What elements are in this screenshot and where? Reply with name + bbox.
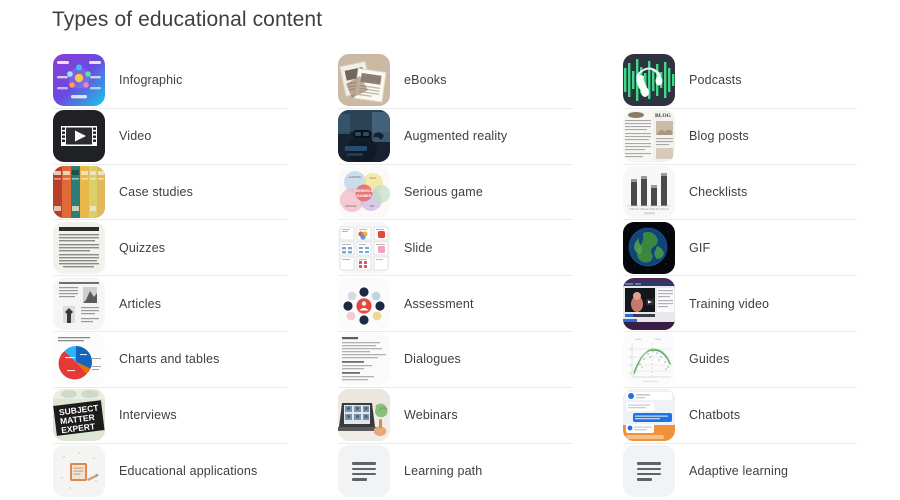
column-2: eBooks Augmented reality SERIOUS GAMES LEA… (338, 53, 623, 499)
list-item[interactable]: Chatbots (623, 388, 857, 444)
placeholder-lines-glyph (637, 462, 661, 481)
list-item-label: Articles (119, 296, 162, 311)
content-type-columns: Infographic Video Case studies Quizzes A… (0, 53, 900, 499)
list-item[interactable]: Learning path (338, 444, 572, 500)
list-item[interactable]: Case studies (53, 165, 287, 221)
list-item-label: eBooks (404, 73, 447, 88)
svg-text:BLOG: BLOG (655, 113, 672, 119)
content-types-page: Types of educational content Infographic… (0, 0, 900, 500)
list-item[interactable]: Video (53, 109, 287, 165)
training-video-thumbnail[interactable] (623, 277, 675, 330)
svg-text:ITEM 04: ITEM 04 (659, 208, 669, 211)
list-item-label: Chatbots (689, 408, 741, 423)
educational-applications-thumbnail[interactable] (53, 445, 105, 498)
infographic-thumbnail[interactable] (53, 54, 105, 107)
gif-thumbnail[interactable] (623, 221, 675, 274)
list-item[interactable]: Quizzes (53, 220, 287, 277)
svg-text:ENGAGE: ENGAGE (345, 204, 356, 208)
list-item[interactable]: Articles (53, 276, 287, 332)
list-item-label: Dialogues (404, 352, 461, 367)
quizzes-thumbnail[interactable] (53, 221, 105, 274)
placeholder-lines-icon[interactable] (338, 445, 390, 498)
list-item-label: Assessment (404, 296, 474, 311)
list-item[interactable]: Augmented reality (338, 109, 572, 165)
webinars-thumbnail[interactable] (338, 389, 390, 442)
chatbots-thumbnail[interactable] (623, 389, 675, 442)
list-item[interactable]: Slide (338, 220, 572, 277)
list-item-label: Augmented reality (404, 129, 508, 144)
case-studies-thumbnail[interactable] (53, 165, 105, 218)
list-item-label: Video (119, 129, 152, 144)
list-item[interactable]: Assessment (338, 276, 572, 332)
list-item-label: Charts and tables (119, 352, 220, 367)
list-item-label: Podcasts (689, 73, 742, 88)
list-item-label: Case studies (119, 184, 194, 199)
serious-game-thumbnail[interactable]: SERIOUS GAMES LEARNING PLAY ENGAGE SIM (338, 165, 390, 218)
svg-text:Guide: Guide (635, 338, 642, 341)
list-item[interactable]: GIF (623, 220, 857, 277)
slide-thumbnail[interactable] (338, 221, 390, 274)
svg-text:Average Score: Average Score (644, 380, 659, 383)
assessment-thumbnail[interactable] (338, 277, 390, 330)
list-item-label: Infographic (119, 73, 183, 88)
list-item-label: Serious game (404, 184, 483, 199)
articles-thumbnail[interactable] (53, 277, 105, 330)
list-item-label: GIF (689, 240, 711, 255)
list-item[interactable]: Infographic (53, 53, 287, 109)
augmented-reality-thumbnail[interactable] (338, 110, 390, 163)
podcasts-thumbnail[interactable] (623, 54, 675, 107)
interviews-thumbnail[interactable]: SUBJECT MATTER EXPERT (53, 389, 105, 442)
list-item-label: Guides (689, 352, 730, 367)
placeholder-lines-icon[interactable] (623, 445, 675, 498)
list-item-label: Educational applications (119, 464, 258, 479)
guides-thumbnail[interactable]: Guide Scale 40 30 20 10 Average Score (623, 333, 675, 386)
list-item-label: Webinars (404, 408, 458, 423)
page-title: Types of educational content (52, 8, 323, 31)
list-item-label: Quizzes (119, 240, 166, 255)
dialogues-thumbnail[interactable] (338, 333, 390, 386)
placeholder-lines-glyph (352, 462, 376, 481)
list-item[interactable]: ITEM 01 ITEM 02 ITEM 03 ITEM 04 Checklists (623, 165, 857, 221)
ebooks-thumbnail[interactable] (338, 54, 390, 107)
list-item-label: Training video (689, 296, 770, 311)
list-item[interactable]: Dialogues (338, 332, 572, 388)
video-thumbnail[interactable] (53, 110, 105, 163)
svg-text:ITEM 03: ITEM 03 (649, 208, 659, 211)
svg-text:GAMES: GAMES (357, 193, 372, 198)
list-item[interactable]: SUBJECT MATTER EXPERT Interviews (53, 388, 287, 444)
list-item[interactable]: BLOG Blog posts (623, 109, 857, 165)
list-item[interactable]: Adaptive learning (623, 444, 857, 500)
list-item-label: Blog posts (689, 129, 749, 144)
list-item[interactable]: Podcasts (623, 53, 857, 109)
blog-posts-thumbnail[interactable]: BLOG (623, 110, 675, 163)
svg-text:PLAY: PLAY (370, 176, 377, 180)
list-item-label: Adaptive learning (689, 464, 789, 479)
list-item-label: Checklists (689, 184, 748, 199)
column-1: Infographic Video Case studies Quizzes A… (53, 53, 338, 499)
list-item-label: Learning path (404, 464, 483, 479)
list-item-label: Interviews (119, 408, 177, 423)
list-item[interactable]: Webinars (338, 388, 572, 444)
svg-text:LEARNING: LEARNING (348, 175, 361, 179)
svg-text:ITEM 02: ITEM 02 (639, 208, 649, 211)
list-item[interactable]: eBooks (338, 53, 572, 109)
list-item[interactable]: Training video (623, 276, 857, 332)
svg-text:ITEM 01: ITEM 01 (629, 208, 639, 211)
list-item[interactable]: Guide Scale 40 30 20 10 Average Score Guides (623, 332, 857, 388)
list-item-label: Slide (404, 240, 433, 255)
list-item[interactable]: Charts and tables (53, 332, 287, 388)
list-item[interactable]: SERIOUS GAMES LEARNING PLAY ENGAGE SIM Seriou… (338, 165, 572, 221)
charts-and-tables-thumbnail[interactable] (53, 333, 105, 386)
list-item[interactable]: Educational applications (53, 444, 287, 500)
checklists-thumbnail[interactable]: ITEM 01 ITEM 02 ITEM 03 ITEM 04 (623, 165, 675, 218)
svg-text:Scale: Scale (655, 338, 662, 341)
svg-text:SIM: SIM (370, 204, 375, 208)
column-3: Podcasts BLOG Blog posts ITEM 01 ITEM 02 I… (623, 53, 900, 499)
